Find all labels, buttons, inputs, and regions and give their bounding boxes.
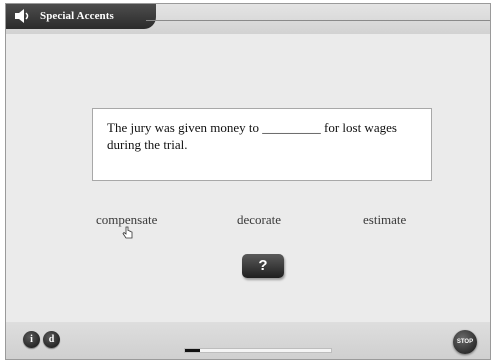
info-icon: i	[30, 334, 33, 345]
choice-decorate[interactable]: decorate	[237, 212, 281, 228]
window-title: Special Accents	[40, 10, 114, 22]
stop-icon: STOP	[456, 339, 474, 345]
sentence-text: The jury was given money to _________ fo…	[107, 120, 397, 152]
stop-button[interactable]: STOP	[453, 330, 477, 354]
help-icon: ?	[258, 257, 268, 274]
progress-fill	[185, 349, 200, 352]
bottom-bar	[6, 322, 490, 359]
help-button[interactable]: ?	[242, 254, 284, 278]
speaker-icon	[15, 9, 29, 23]
choice-estimate[interactable]: estimate	[363, 212, 406, 228]
sentence-box: The jury was given money to _________ fo…	[92, 108, 432, 181]
d-icon: d	[48, 334, 55, 345]
info-button[interactable]: i	[23, 331, 40, 348]
activity-window: Special Accents The jury was given money…	[5, 3, 491, 360]
hand-cursor-icon	[122, 226, 133, 239]
title-tab: Special Accents	[6, 4, 156, 29]
progress-bar	[184, 348, 332, 353]
definition-button[interactable]: d	[43, 331, 60, 348]
title-divider	[146, 20, 490, 21]
title-bar: Special Accents	[6, 4, 490, 34]
